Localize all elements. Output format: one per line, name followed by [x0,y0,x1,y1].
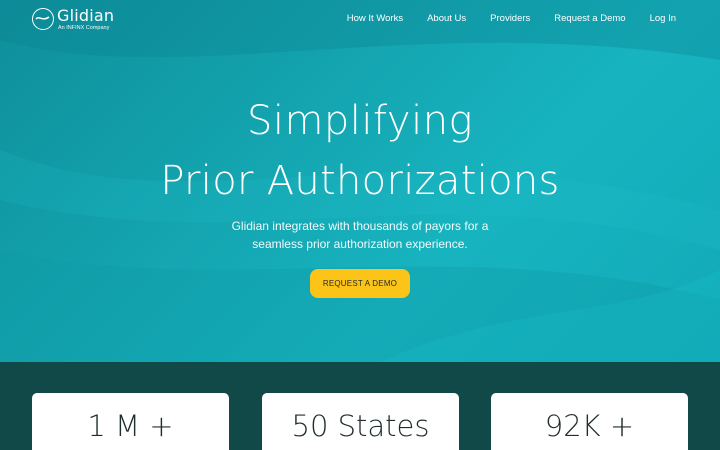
nav-providers[interactable]: Providers [490,13,530,25]
request-demo-button[interactable]: REQUEST A DEMO [310,269,410,298]
brand-tagline: An INFINX Company [58,25,110,31]
stat-card-3: 92K + [491,393,688,450]
stat-value: 50 States [291,409,430,443]
glidian-logo-icon [32,8,54,30]
hero-subtitle-line-2: seamless prior authorization experience. [252,237,468,251]
top-navigation: How It Works About Us Providers Request … [347,13,676,25]
hero-title-line-1: Simplifying [246,98,474,144]
stat-value: 1 M + [87,409,174,443]
nav-log-in[interactable]: Log In [650,13,676,25]
stat-card-2: 50 States [262,393,459,450]
brand-name: Glidian [57,6,115,25]
stat-value: 92K + [544,409,635,443]
hero-title-line-2: Prior Authorizations [160,158,560,204]
hero-section: Glidian An INFINX Company How It Works A… [0,0,720,362]
nav-about-us[interactable]: About Us [427,13,466,25]
brand-logo[interactable]: Glidian An INFINX Company [32,7,114,32]
nav-how-it-works[interactable]: How It Works [347,13,403,25]
stat-card-1: 1 M + [32,393,229,450]
hero-subtitle-line-1: Glidian integrates with thousands of pay… [231,219,489,233]
nav-request-demo[interactable]: Request a Demo [554,13,625,25]
